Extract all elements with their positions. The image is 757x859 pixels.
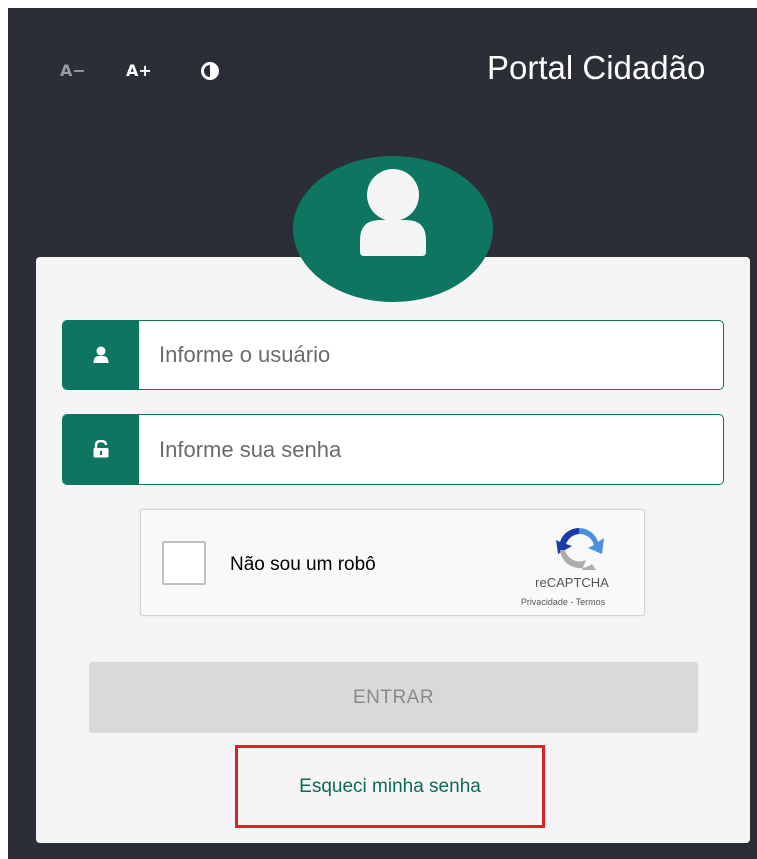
user-icon [93, 346, 109, 363]
avatar [293, 156, 493, 302]
forgot-password-highlight: Esqueci minha senha [235, 745, 545, 828]
username-addon [63, 321, 139, 389]
recaptcha-widget: Não sou um robô reCAPTCHA Privacidade - … [140, 509, 645, 616]
recaptcha-label: Não sou um robô [230, 554, 376, 575]
unlock-icon [93, 440, 109, 458]
font-increase-button[interactable]: A+ [126, 61, 152, 81]
page-title: Portal Cidadão [487, 49, 706, 86]
forgot-password-link[interactable]: Esqueci minha senha [238, 776, 542, 798]
recaptcha-checkbox[interactable] [162, 541, 206, 585]
password-input[interactable] [159, 415, 699, 484]
contrast-icon[interactable] [201, 62, 219, 80]
password-field [62, 414, 724, 485]
user-icon [360, 169, 426, 256]
username-field [62, 320, 724, 390]
font-decrease-button[interactable]: A− [60, 61, 86, 81]
username-input[interactable] [159, 321, 699, 389]
login-button[interactable]: ENTRAR [89, 662, 698, 733]
recaptcha-logo-icon [556, 528, 604, 570]
password-addon [63, 415, 139, 484]
recaptcha-links[interactable]: Privacidade - Termos [493, 597, 633, 608]
recaptcha-brand: reCAPTCHA [535, 575, 609, 590]
